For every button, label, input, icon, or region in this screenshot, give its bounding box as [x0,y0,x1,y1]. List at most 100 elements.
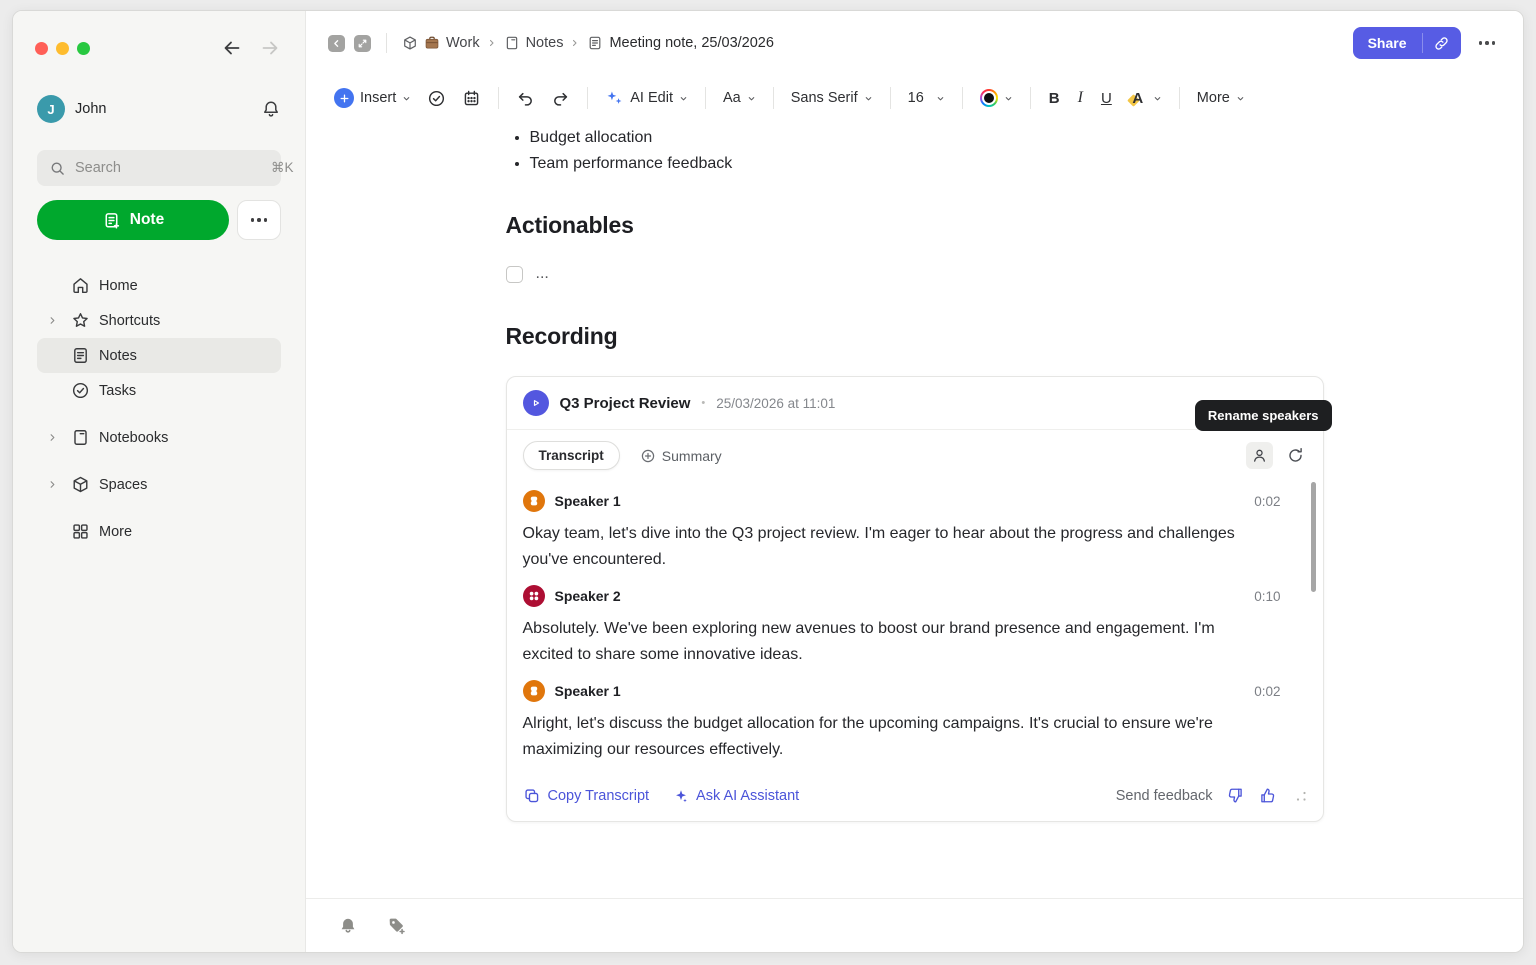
bullet-item: Team performance feedback [530,151,1324,177]
insert-task-button[interactable] [419,84,454,113]
sidebar-item-label: More [99,524,132,540]
sidebar-item-more[interactable]: More [37,514,281,549]
sidebar-item-tasks[interactable]: Tasks [37,373,281,408]
note-editor[interactable]: Budget allocation Team performance feedb… [306,121,1523,898]
minimize-window-button[interactable] [56,42,69,55]
expand-note-button[interactable] [354,35,371,52]
recording-footer: Copy Transcript Ask AI Assistant Send fe… [507,770,1323,821]
chevron-right-icon [47,432,58,443]
sidebar-item-notebooks[interactable]: Notebooks [37,420,281,455]
app-window: J John ⌘K Note [12,10,1524,953]
main-area: Work Notes Meeting note, 25/03/2026 [306,11,1523,952]
breadcrumb-note[interactable]: Meeting note, 25/03/2026 [587,35,773,51]
search-input[interactable] [75,160,262,176]
sidebar-nav: Home Shortcuts Notes [37,268,281,549]
redo-button[interactable] [543,84,578,113]
notifications-bell-icon[interactable] [261,99,281,119]
italic-button[interactable]: I [1069,84,1092,112]
search-bar[interactable]: ⌘K [37,150,281,186]
ask-ai-label: Ask AI Assistant [696,788,799,804]
bullet-list: Budget allocation Team performance feedb… [506,125,1324,176]
note-icon [71,346,90,365]
sidebar-item-spaces[interactable]: Spaces [37,467,281,502]
sidebar-item-notes[interactable]: Notes [37,338,281,373]
breadcrumb-notebook[interactable]: Notes [504,35,564,51]
breadcrumb-space[interactable]: Work [402,35,480,51]
tab-summary[interactable]: Summary [640,448,722,464]
add-tag-button[interactable] [386,915,407,936]
bold-button[interactable]: B [1040,85,1069,112]
text-style-menu[interactable]: Aa [715,85,764,111]
entry-text: Okay team, let's dive into the Q3 projec… [523,521,1307,572]
entry-text: Absolutely. We've been exploring new ave… [523,616,1307,667]
play-button[interactable] [523,390,549,416]
insert-calendar-button[interactable] [454,84,489,113]
briefcase-icon [424,35,440,51]
rename-speakers-button[interactable] [1246,442,1273,469]
todo-checkbox[interactable] [506,266,523,283]
more-label: More [1197,90,1230,106]
collapse-sidebar-button[interactable] [328,35,345,52]
tag-plus-icon [386,915,407,936]
text-color-menu[interactable] [972,84,1021,112]
close-window-button[interactable] [35,42,48,55]
forward-arrow-icon[interactable] [259,37,281,59]
back-arrow-icon[interactable] [221,37,243,59]
highlight-menu[interactable]: A [1121,83,1170,113]
user-name: John [75,101,106,117]
new-note-button[interactable]: Note [37,200,229,240]
note-plus-icon [102,211,121,230]
transcript-entry: Speaker 1 0:02 Alright, let's discuss th… [523,680,1307,762]
plus-circle-icon [334,88,354,108]
regenerate-button[interactable] [1284,444,1307,467]
sidebar-item-shortcuts[interactable]: Shortcuts [37,303,281,338]
font-size-label: 16 [908,90,924,106]
thumbs-up-button[interactable] [1258,786,1277,805]
resize-handle[interactable] [1295,790,1307,802]
editor-toolbar: Insert AI Edit A [306,75,1523,121]
rename-speakers-tooltip: Rename speakers [1195,400,1332,431]
note-more-options-button[interactable] [1477,35,1498,51]
transcript-scrollbar[interactable] [1311,482,1316,592]
ai-sparkles-icon [605,89,624,108]
entry-timestamp: 0:02 [1254,494,1280,509]
sidebar-item-label: Notebooks [99,430,168,446]
window-controls [35,42,90,55]
speaker-name: Speaker 1 [555,683,621,699]
entry-text: Alright, let's discuss the budget alloca… [523,711,1307,762]
set-reminder-button[interactable] [338,916,358,936]
note-icon [587,35,603,51]
toolbar-more-menu[interactable]: More [1189,85,1253,111]
home-icon [71,276,90,295]
bullet-item: Budget allocation [530,125,1324,151]
chevron-down-icon [679,94,688,103]
chevron-down-icon [864,94,873,103]
recording-title: Q3 Project Review [560,395,691,412]
check-circle-icon [71,381,90,400]
copy-transcript-button[interactable]: Copy Transcript [523,787,650,805]
thumbs-down-button[interactable] [1226,786,1245,805]
check-circle-icon [427,89,446,108]
resize-dots-icon [1295,790,1307,802]
font-size-menu[interactable]: 16 [900,85,953,111]
ai-edit-label: AI Edit [630,90,673,106]
todo-text: ... [536,265,549,283]
note-options-button[interactable] [237,200,281,240]
chevron-down-icon [402,94,411,103]
entry-timestamp: 0:10 [1254,589,1280,604]
underline-button[interactable]: U [1092,85,1121,112]
zoom-window-button[interactable] [77,42,90,55]
share-button[interactable]: Share [1353,27,1461,59]
undo-button[interactable] [508,84,543,113]
calendar-icon [462,89,481,108]
sidebar-item-home[interactable]: Home [37,268,281,303]
copy-link-icon[interactable] [1423,27,1461,59]
tab-transcript[interactable]: Transcript [523,441,620,470]
ai-edit-menu[interactable]: AI Edit [597,84,696,113]
font-family-menu[interactable]: Sans Serif [783,85,881,111]
ask-ai-assistant-button[interactable]: Ask AI Assistant [673,788,799,804]
user-account[interactable]: J John [37,95,281,123]
insert-menu[interactable]: Insert [326,83,419,113]
chevron-down-icon [1236,94,1245,103]
search-shortcut: ⌘K [271,160,294,176]
